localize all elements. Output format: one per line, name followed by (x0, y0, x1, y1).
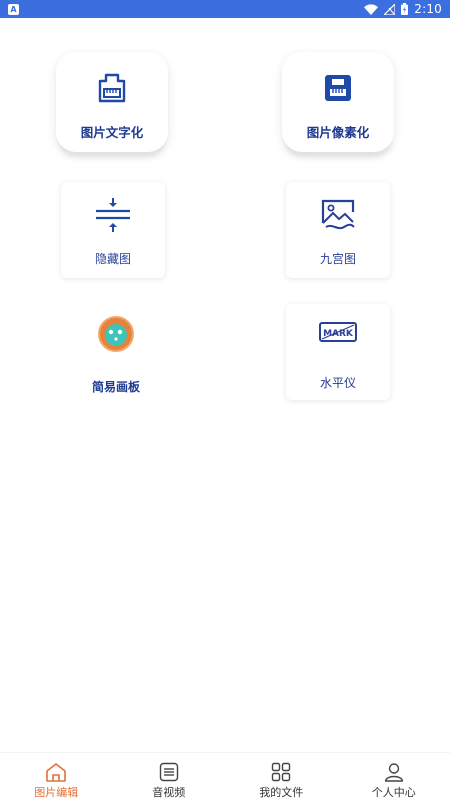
no-signal-icon (384, 3, 396, 15)
nav-label: 音视频 (152, 786, 186, 799)
nav-item-media[interactable]: 音视频 (113, 753, 226, 800)
tool-label: 九宫图 (319, 252, 356, 266)
app-screen: A 2:10 图片文字化 图片像素化 隐藏图 九宫图 简易画板 MARK 水平仪… (0, 0, 450, 800)
tool-label: 图片文字化 (80, 125, 144, 140)
grid-icon (272, 762, 291, 782)
bottom-nav: 图片编辑 音视频 我的文件 个人中心 (0, 752, 450, 800)
mark-text: MARK (323, 329, 354, 339)
tool-label: 隐藏图 (94, 252, 131, 266)
compress-arrows-icon (96, 198, 130, 232)
home-icon (46, 763, 67, 782)
tool-label: 简易画板 (91, 380, 140, 394)
list-icon (159, 762, 178, 782)
nav-item-my-files[interactable]: 我的文件 (225, 753, 338, 800)
battery-icon (401, 3, 409, 15)
tool-card-image-pixelate[interactable]: 图片像素化 (282, 52, 394, 152)
tool-card-sketchpad[interactable]: 简易画板 (60, 302, 172, 402)
nav-label: 我的文件 (259, 786, 304, 799)
user-icon (384, 763, 403, 782)
tool-card-nine-grid[interactable]: 九宫图 (286, 182, 390, 278)
status-bar: A 2:10 (0, 0, 450, 18)
pixel-keyboard-icon (325, 75, 351, 101)
notification-icon: A (8, 3, 19, 15)
nav-label: 图片编辑 (34, 786, 79, 799)
keyboard-icon (98, 73, 126, 103)
wifi-icon (364, 3, 379, 15)
tool-card-image-to-text[interactable]: 图片文字化 (56, 52, 168, 152)
mark-stamp-icon: MARK (319, 322, 357, 342)
nav-item-image-edit[interactable]: 图片编辑 (0, 753, 113, 800)
nav-item-profile[interactable]: 个人中心 (338, 753, 450, 800)
tool-label: 水平仪 (319, 376, 356, 390)
image-icon (321, 199, 355, 230)
nav-label: 个人中心 (371, 786, 416, 799)
tool-label: 图片像素化 (306, 125, 370, 140)
tool-card-level[interactable]: MARK 水平仪 (286, 304, 390, 400)
clock: 2:10 (414, 2, 442, 16)
tool-card-hidden-image[interactable]: 隐藏图 (61, 182, 165, 278)
paint-blob-icon (98, 316, 134, 352)
